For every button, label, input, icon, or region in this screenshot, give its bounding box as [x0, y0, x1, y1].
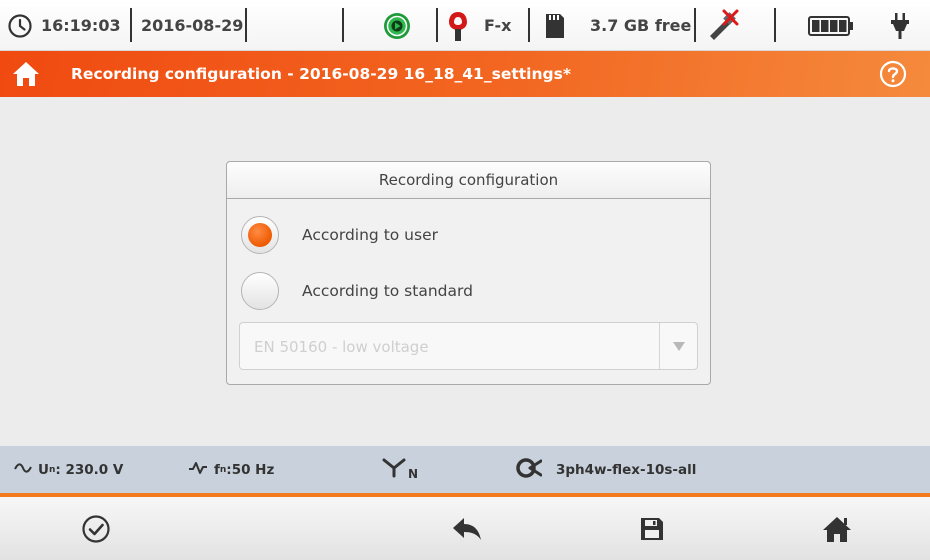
back-button[interactable] [427, 497, 507, 560]
recording-status-icon [382, 0, 412, 51]
frequency-wave-icon [188, 461, 208, 479]
config-info: 3ph4w-flex-10s-all [516, 446, 696, 494]
clamp-config-icon [516, 456, 543, 484]
clamp-type-label: F-x [484, 16, 512, 35]
home-icon[interactable] [12, 60, 40, 92]
storage-free-label: 3.7 GB free [590, 16, 692, 35]
title-bar: Recording configuration - 2016-08-29 16_… [0, 51, 930, 97]
status-time: 16:19:03 [41, 16, 121, 35]
checkmark-circle-icon [82, 514, 110, 543]
status-date: 2016-08-29 [141, 16, 244, 35]
page-title: Recording configuration - 2016-08-29 16_… [71, 65, 571, 83]
clock-icon [7, 0, 33, 51]
bottom-toolbar [0, 497, 930, 560]
recording-config-dialog: Recording configuration According to use… [226, 161, 711, 385]
frequency-info: f n:50 Hz [188, 446, 274, 494]
standard-select-value: EN 50160 - low voltage [254, 338, 429, 356]
home-button[interactable] [797, 497, 877, 560]
status-separator [528, 8, 530, 42]
clamp-icon [446, 0, 470, 51]
status-separator [245, 8, 247, 42]
confirm-button[interactable] [56, 497, 136, 560]
floppy-disk-icon [641, 517, 663, 540]
wye-network-icon [381, 457, 407, 483]
status-separator [436, 8, 438, 42]
measurement-info-bar: Un: 230.0 V f n:50 Hz N 3ph4w-flex-10s-al… [0, 446, 930, 494]
status-separator [342, 8, 344, 42]
network-type-info: N [381, 446, 418, 494]
voltage-info: Un: 230.0 V [14, 446, 123, 494]
dialog-header: Recording configuration [227, 162, 710, 199]
status-separator [130, 8, 132, 42]
power-plug-icon [889, 0, 911, 51]
status-separator [774, 8, 776, 42]
sine-wave-icon [14, 462, 32, 478]
option-label: According to standard [302, 282, 473, 300]
option-according-to-user[interactable]: According to user [227, 212, 710, 258]
status-bar: 16:19:03 2016-08-29 F-x 3.7 GB free [0, 0, 930, 51]
home-icon [823, 516, 851, 542]
radio-according-to-standard[interactable] [241, 272, 279, 310]
sd-card-icon [544, 0, 566, 51]
save-button[interactable] [612, 497, 692, 560]
config-name: 3ph4w-flex-10s-all [556, 462, 697, 478]
option-according-to-standard[interactable]: According to standard [227, 268, 710, 314]
status-separator [694, 8, 696, 42]
standard-select[interactable]: EN 50160 - low voltage [239, 322, 698, 370]
usb-disconnected-icon [704, 0, 740, 51]
chevron-down-icon[interactable] [659, 323, 697, 369]
radio-according-to-user[interactable] [241, 216, 279, 254]
option-label: According to user [302, 226, 438, 244]
help-icon[interactable] [879, 60, 907, 92]
back-arrow-icon [453, 517, 481, 540]
battery-icon [808, 0, 854, 51]
